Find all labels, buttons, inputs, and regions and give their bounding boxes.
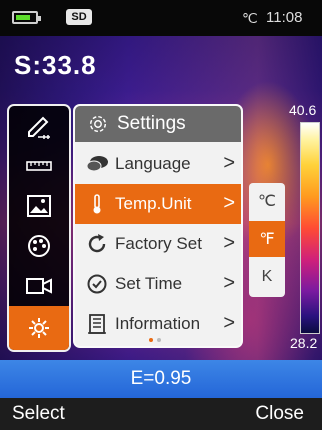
mode-sidebar: [7, 104, 71, 352]
unit-option-kelvin[interactable]: K: [249, 259, 285, 295]
clock: 11:08: [266, 9, 303, 26]
sidebar-item-ruler[interactable]: [9, 146, 69, 186]
sidebar-item-palette[interactable]: [9, 226, 69, 266]
close-softkey[interactable]: Close: [255, 403, 304, 425]
spot-temperature: S:33.8: [14, 50, 97, 80]
sd-card-badge: SD: [66, 9, 92, 25]
chevron-right-icon: >: [223, 152, 235, 174]
ruler-icon: [26, 161, 52, 171]
gear-icon: [29, 318, 49, 338]
status-bar: SD ℃ 11:08: [0, 0, 322, 36]
menu-item-factory-set[interactable]: Factory Set >: [75, 224, 241, 264]
chevron-right-icon: >: [223, 312, 235, 334]
sidebar-item-gallery[interactable]: [9, 186, 69, 226]
chevron-right-icon: >: [223, 232, 235, 254]
clock-icon: [87, 274, 107, 294]
scale-min-label: 28.2: [290, 335, 318, 351]
menu-item-temp-unit[interactable]: Temp.Unit >: [75, 184, 241, 224]
softkey-bar: Select Close: [0, 398, 322, 430]
info-list-icon: [88, 314, 106, 334]
scale-max-label: 40.6: [289, 102, 317, 118]
battery-icon: [12, 11, 41, 24]
thermometer-icon: [93, 194, 101, 214]
menu-item-label: Language: [115, 154, 191, 173]
page-dot: [157, 338, 161, 342]
settings-title: Settings: [117, 113, 186, 134]
gear-icon: [89, 115, 107, 133]
menu-item-label: Temp.Unit: [115, 194, 192, 213]
settings-panel: Settings Language > Temp.Unit > Factory …: [73, 104, 243, 348]
video-camera-icon: [26, 278, 52, 294]
sidebar-item-video[interactable]: [9, 266, 69, 306]
reset-icon: [88, 234, 106, 253]
select-softkey[interactable]: Select: [12, 403, 65, 425]
menu-item-language[interactable]: Language >: [75, 144, 241, 184]
emissivity-bar: E=0.95: [0, 360, 322, 398]
sidebar-item-settings[interactable]: [9, 306, 69, 350]
unit-option-fahrenheit[interactable]: ℉: [249, 221, 285, 257]
menu-item-label: Set Time: [115, 274, 183, 293]
image-icon: [27, 195, 51, 217]
temp-unit-indicator: ℃: [242, 10, 258, 26]
color-scale-bar: [300, 122, 320, 334]
temp-unit-selector: ℃ ℉ K: [249, 183, 285, 297]
unit-option-celsius[interactable]: ℃: [249, 183, 285, 219]
menu-item-label: Factory Set: [115, 234, 202, 253]
sidebar-item-pen[interactable]: [9, 106, 69, 146]
pen-icon: [28, 116, 50, 139]
page-indicator: [149, 338, 161, 342]
chevron-right-icon: >: [223, 192, 235, 214]
menu-item-set-time[interactable]: Set Time >: [75, 264, 241, 304]
page-dot-active: [149, 338, 153, 342]
palette-icon: [28, 235, 50, 257]
chat-bubbles-icon: [86, 156, 108, 172]
settings-header: Settings: [75, 106, 241, 142]
menu-item-label: Information: [115, 314, 201, 333]
chevron-right-icon: >: [223, 272, 235, 294]
